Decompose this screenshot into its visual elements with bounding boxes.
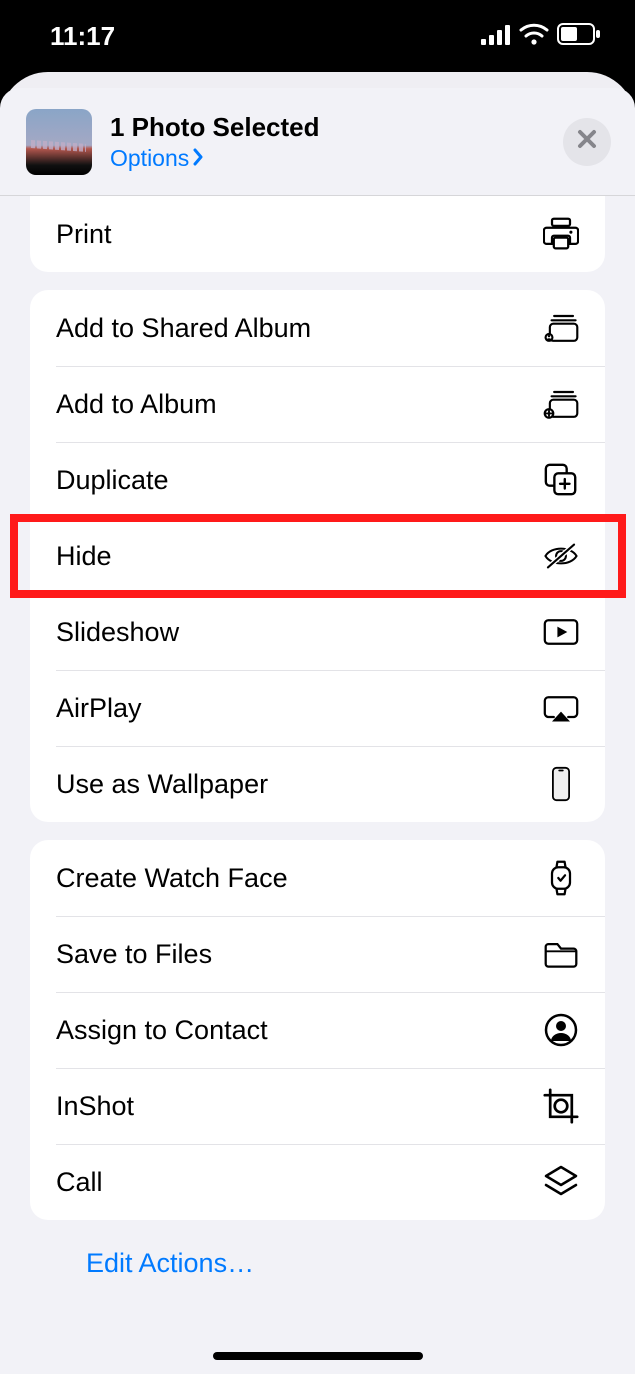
action-hide[interactable]: Hide [30,518,605,594]
cellular-icon [481,21,511,52]
status-bar: 11:17 [0,0,635,72]
row-label: Add to Shared Album [56,313,541,344]
chevron-right-icon [191,145,205,172]
edit-actions-button[interactable]: Edit Actions… [30,1220,605,1279]
row-label: Duplicate [56,465,541,496]
row-label: Use as Wallpaper [56,769,541,800]
action-group: Create Watch Face Save to Files Assign to … [30,840,605,1220]
add-album-icon [541,386,581,422]
layers-icon [541,1164,581,1200]
sheet-title: 1 Photo Selected [110,112,545,143]
play-rect-icon [541,614,581,650]
printer-icon [541,216,581,252]
sheet-header: 1 Photo Selected Options [0,88,635,196]
battery-icon [557,21,601,52]
action-save-files[interactable]: Save to Files [30,916,605,992]
row-label: Call [56,1167,541,1198]
action-watch-face[interactable]: Create Watch Face [30,840,605,916]
folder-icon [541,936,581,972]
shared-album-icon [541,310,581,346]
row-label: AirPlay [56,693,541,724]
action-wallpaper[interactable]: Use as Wallpaper [30,746,605,822]
action-group: Print [30,196,605,272]
watch-icon [541,860,581,896]
row-label: Add to Album [56,389,541,420]
contact-icon [541,1012,581,1048]
options-button[interactable]: Options [110,145,205,172]
status-time: 11:17 [50,21,115,52]
selected-photo-thumbnail [26,109,92,175]
action-inshot[interactable]: InShot [30,1068,605,1144]
close-button[interactable] [563,118,611,166]
close-icon [576,128,598,155]
action-call[interactable]: Call [30,1144,605,1220]
phone-outline-icon [541,766,581,802]
options-label: Options [110,145,189,172]
inshot-icon [541,1088,581,1124]
action-add-shared-album[interactable]: Add to Shared Album [30,290,605,366]
duplicate-icon [541,462,581,498]
status-indicators [481,21,601,52]
action-add-album[interactable]: Add to Album [30,366,605,442]
action-group: Add to Shared Album Add to Album Duplicate… [30,290,605,822]
row-label: Create Watch Face [56,863,541,894]
actions-list: Print Add to Shared Album Add to Album Dupl… [0,196,635,1374]
action-duplicate[interactable]: Duplicate [30,442,605,518]
home-indicator [213,1352,423,1360]
row-label: Slideshow [56,617,541,648]
row-label: InShot [56,1091,541,1122]
action-assign-contact[interactable]: Assign to Contact [30,992,605,1068]
action-print[interactable]: Print [30,196,605,272]
airplay-icon [541,690,581,726]
action-airplay[interactable]: AirPlay [30,670,605,746]
wifi-icon [519,21,549,52]
row-label: Print [56,219,541,250]
eye-slash-icon [541,538,581,574]
row-label: Save to Files [56,939,541,970]
row-label: Hide [56,541,541,572]
row-label: Assign to Contact [56,1015,541,1046]
action-slideshow[interactable]: Slideshow [30,594,605,670]
share-sheet: 1 Photo Selected Options Print Add to Sha… [0,88,635,1374]
